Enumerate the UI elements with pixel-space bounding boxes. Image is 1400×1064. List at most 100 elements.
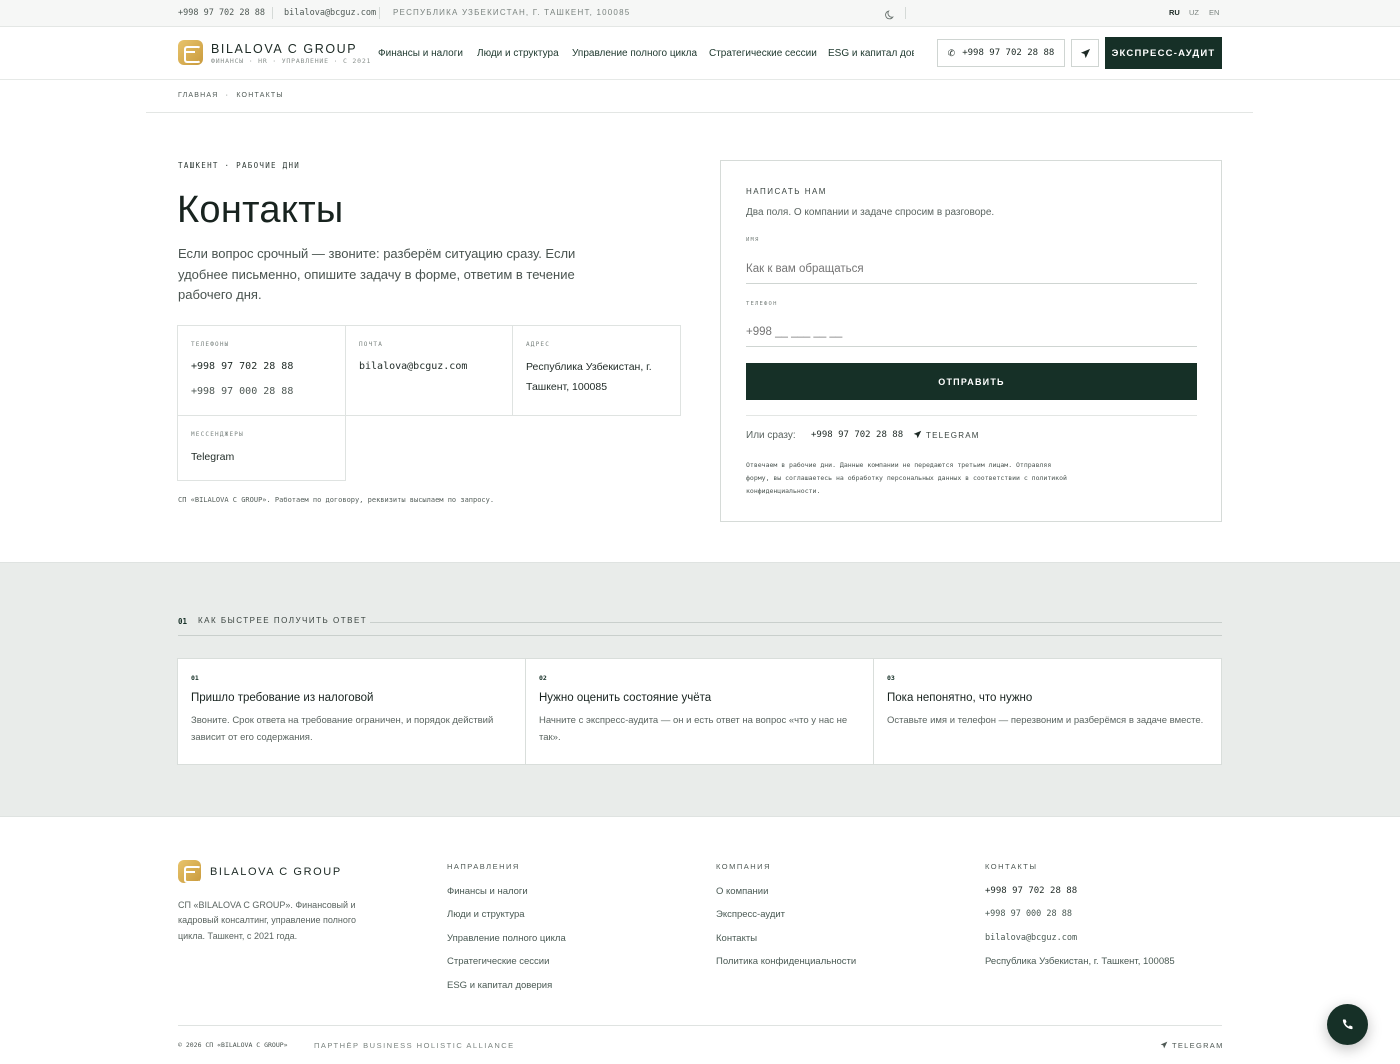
- footer-phone-2[interactable]: +998 97 000 28 88: [985, 909, 1175, 932]
- topbar-address: РЕСПУБЛИКА УЗБЕКИСТАН, Г. ТАШКЕНТ, 10008…: [393, 8, 631, 17]
- phone-link-2[interactable]: +998 97 000 28 88: [191, 385, 332, 399]
- footer-link[interactable]: Контакты: [716, 933, 856, 956]
- nav-esg[interactable]: ESG и капитал дове: [828, 48, 914, 59]
- step-description: Оставьте имя и телефон — перезвоним и ра…: [887, 715, 1204, 726]
- lang-ru[interactable]: RU: [1169, 8, 1180, 17]
- divider: [272, 7, 273, 19]
- section-title: КАК БЫСТРЕЕ ПОЛУЧИТЬ ОТВЕТ: [198, 616, 368, 625]
- divider: [178, 635, 1222, 636]
- step-card: 02 Нужно оценить состояние учёта Начните…: [525, 658, 874, 765]
- card-messengers: МЕССЕНДЖЕРЫ Telegram: [177, 415, 346, 481]
- top-bar: +998 97 702 28 88 bilalova@bcguz.com РЕС…: [0, 0, 1400, 27]
- telegram-button[interactable]: [1071, 39, 1099, 67]
- header-phone-button[interactable]: ✆ +998 97 702 28 88: [937, 39, 1065, 67]
- lang-uz[interactable]: UZ: [1189, 8, 1199, 17]
- divider: [146, 112, 1253, 113]
- hero-lead: Если вопрос срочный — звоните: разберём …: [178, 246, 576, 302]
- page-title: Контакты: [177, 189, 344, 231]
- footer-brand[interactable]: BILALOVA C GROUP: [210, 866, 342, 878]
- phone-input[interactable]: [746, 317, 1197, 347]
- send-icon: [913, 430, 922, 439]
- header-phone-label: +998 97 702 28 88: [962, 48, 1055, 58]
- breadcrumb-current: КОНТАКТЫ: [236, 92, 284, 99]
- partner-text: ПАРТНЁР BUSINESS HOLISTIC ALLIANCE: [314, 1041, 515, 1050]
- moon-icon[interactable]: [885, 7, 896, 25]
- nav-management[interactable]: Управление полного цикла: [572, 48, 697, 59]
- copyright: © 2026 СП «BILALOVA C GROUP»: [178, 1041, 288, 1049]
- or-phone-link[interactable]: +998 97 702 28 88: [811, 430, 903, 440]
- card-mail: ПОЧТА bilalova@bcguz.com: [345, 325, 513, 416]
- divider: [370, 622, 1222, 623]
- footer-column-title: КОМПАНИЯ: [716, 862, 771, 871]
- footer-link[interactable]: ESG и капитал доверия: [447, 980, 566, 1003]
- card-phones: ТЕЛЕФОНЫ +998 97 702 28 88 +998 97 000 2…: [177, 325, 346, 416]
- logo-icon[interactable]: [178, 40, 203, 65]
- step-title: Нужно оценить состояние учёта: [539, 692, 712, 704]
- footer-address: Республика Узбекистан, г. Ташкент, 10008…: [985, 956, 1175, 968]
- or-telegram-label: TELEGRAM: [926, 431, 980, 440]
- footer-email[interactable]: bilalova@bcguz.com: [985, 933, 1175, 956]
- send-icon: [1080, 48, 1090, 58]
- section-number: 01: [178, 617, 188, 626]
- footer-directions: НАПРАВЛЕНИЯ Финансы и налоги Люди и стру…: [447, 862, 566, 1003]
- name-input[interactable]: [746, 254, 1197, 284]
- step-number: 03: [887, 674, 895, 682]
- phone-icon: [1342, 1019, 1353, 1030]
- legal-note: СП «BILALOVA C GROUP». Работаем по догов…: [178, 496, 495, 504]
- hero-kicker: ТАШКЕНТ · РАБОЧИЕ ДНИ: [178, 161, 301, 170]
- express-audit-button[interactable]: ЭКСПРЕСС-АУДИТ: [1105, 37, 1222, 69]
- call-fab-button[interactable]: [1327, 1004, 1368, 1045]
- footer-logo-icon[interactable]: [178, 860, 201, 883]
- send-icon: [1160, 1041, 1168, 1049]
- footer-phone-1[interactable]: +998 97 702 28 88: [985, 886, 1175, 909]
- footer-link[interactable]: Стратегические сессии: [447, 956, 566, 979]
- footer-link[interactable]: Экспресс-аудит: [716, 909, 856, 932]
- divider: [178, 1025, 1222, 1026]
- breadcrumb: ГЛАВНАЯ · КОНТАКТЫ: [178, 92, 284, 99]
- nav-finance[interactable]: Финансы и налоги: [378, 48, 463, 59]
- submit-button[interactable]: ОТПРАВИТЬ: [746, 363, 1197, 400]
- footer-column-title: НАПРАВЛЕНИЯ: [447, 862, 520, 871]
- email-link[interactable]: bilalova@bcguz.com: [359, 360, 499, 374]
- footer-contacts: КОНТАКТЫ +998 97 702 28 88 +998 97 000 2…: [985, 862, 1175, 980]
- card-label: ПОЧТА: [359, 341, 384, 348]
- form-title: НАПИСАТЬ НАМ: [746, 187, 827, 196]
- telegram-link[interactable]: Telegram: [191, 450, 332, 464]
- step-title: Пришло требование из налоговой: [191, 692, 374, 704]
- lang-en[interactable]: EN: [1209, 8, 1219, 17]
- footer-link[interactable]: Люди и структура: [447, 909, 566, 932]
- footer-link[interactable]: Политика конфиденциальности: [716, 956, 856, 979]
- step-card: 03 Пока непонятно, что нужно Оставьте им…: [873, 658, 1222, 765]
- footer-link[interactable]: Финансы и налоги: [447, 886, 566, 909]
- brand-tagline: ФИНАНСЫ · HR · УПРАВЛЕНИЕ · С 2021: [211, 57, 372, 65]
- footer-description: СП «BILALOVA C GROUP». Финансовый и кадр…: [178, 900, 356, 941]
- footer-telegram-label: TELEGRAM: [1172, 1041, 1224, 1050]
- step-number: 01: [191, 674, 199, 682]
- card-label: ТЕЛЕФОНЫ: [191, 341, 230, 348]
- card-address: АДРЕС Республика Узбекистан, г. Ташкент,…: [512, 325, 681, 416]
- phone-link-1[interactable]: +998 97 702 28 88: [191, 360, 332, 374]
- brand-name[interactable]: BILALOVA C GROUP: [211, 42, 357, 56]
- phone-icon: ✆: [947, 47, 956, 58]
- footer-link[interactable]: О компании: [716, 886, 856, 909]
- card-label: МЕССЕНДЖЕРЫ: [191, 431, 244, 438]
- nav-people[interactable]: Люди и структура: [477, 48, 559, 59]
- footer-telegram-link[interactable]: TELEGRAM: [1160, 1041, 1224, 1050]
- divider: [746, 415, 1197, 416]
- step-description: Начните с экспресс-аудита — он и есть от…: [539, 715, 848, 743]
- footer-link[interactable]: Управление полного цикла: [447, 933, 566, 956]
- topbar-email[interactable]: bilalova@bcguz.com: [284, 8, 376, 18]
- card-label: АДРЕС: [526, 341, 551, 348]
- or-telegram-link[interactable]: TELEGRAM: [913, 430, 980, 440]
- step-card: 01 Пришло требование из налоговой Звонит…: [177, 658, 526, 765]
- step-description: Звоните. Срок ответа на требование огран…: [191, 715, 494, 743]
- divider: [379, 7, 380, 19]
- step-title: Пока непонятно, что нужно: [887, 692, 1033, 704]
- divider: [905, 7, 906, 19]
- form-subtitle: Два поля. О компании и задаче спросим в …: [746, 207, 995, 218]
- footer-column-title: КОНТАКТЫ: [985, 862, 1038, 871]
- topbar-phone[interactable]: +998 97 702 28 88: [178, 8, 265, 18]
- contact-form: НАПИСАТЬ НАМ Два поля. О компании и зада…: [720, 160, 1222, 522]
- nav-strategy[interactable]: Стратегические сессии: [709, 48, 817, 59]
- breadcrumb-home[interactable]: ГЛАВНАЯ: [178, 92, 219, 99]
